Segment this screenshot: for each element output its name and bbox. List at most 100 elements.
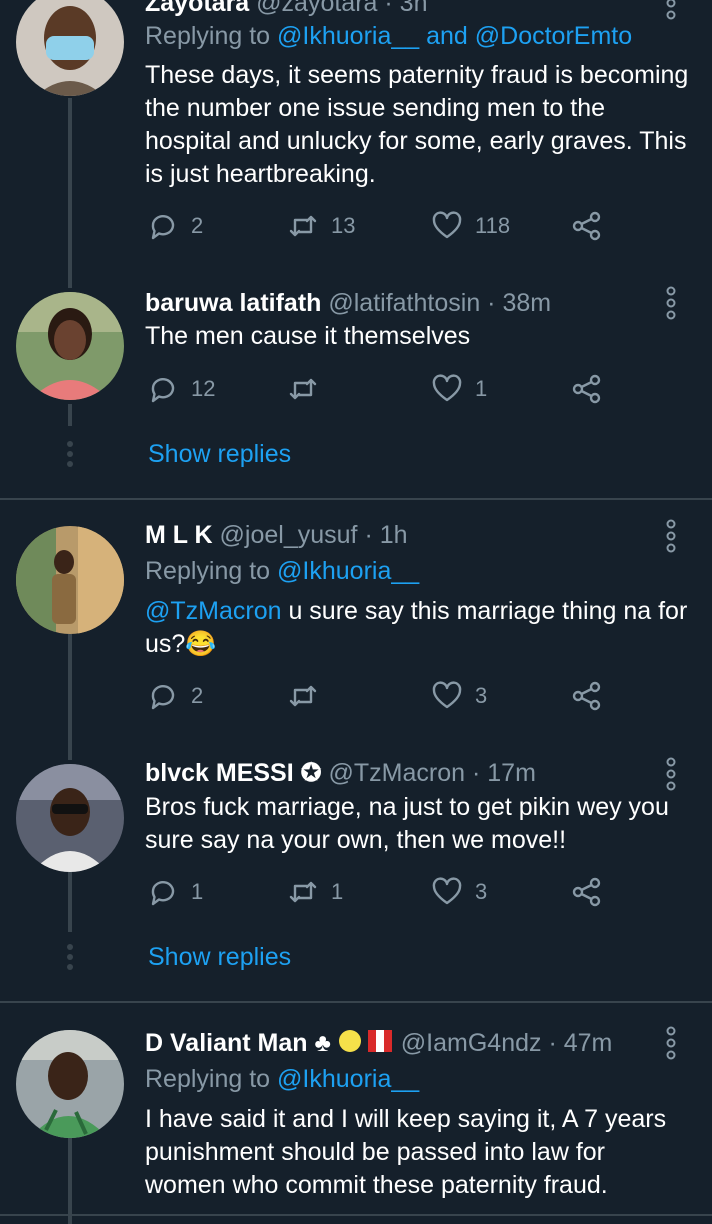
emoji-decoration <box>338 1028 394 1061</box>
tweet-text-line: us?😂 <box>145 630 217 658</box>
like-button[interactable]: 1 <box>431 373 487 405</box>
reply-count: 2 <box>191 683 204 708</box>
like-count: 1 <box>475 376 488 401</box>
author-handle[interactable]: @IamG4ndz <box>401 1029 542 1057</box>
retweet-button[interactable] <box>287 373 331 405</box>
tweet-time: · 17m <box>472 759 536 787</box>
tweet-actions: 2 13 118 <box>145 210 615 250</box>
more-options-icon[interactable] <box>664 757 678 791</box>
more-options-icon[interactable] <box>664 0 678 20</box>
retweet-icon <box>289 215 317 237</box>
tweet-actions: 1 1 3 <box>145 876 615 916</box>
retweet-button[interactable]: 1 <box>287 876 343 908</box>
replying-to-link[interactable]: @Ikhuoria__ and @DoctorEmto <box>277 22 632 50</box>
author-name[interactable]: blvck MESSI <box>145 759 294 787</box>
replying-to: Replying to @Ikhuoria__ <box>145 556 419 586</box>
tweet-text-line: These days, it seems paternity fraud is … <box>145 61 689 89</box>
replying-to-link[interactable]: @Ikhuoria__ <box>277 557 419 585</box>
retweet-button[interactable]: 13 <box>287 210 355 242</box>
tweet-time: · 47m <box>548 1029 613 1057</box>
thread-continuation-dots <box>66 440 74 468</box>
tweet-actions: 12 1 <box>145 373 615 413</box>
share-icon <box>572 877 601 907</box>
mention-link[interactable]: @TzMacron <box>145 597 282 625</box>
tweet-text-line: sure say na your own, then we move!! <box>145 826 567 854</box>
more-options-icon[interactable] <box>664 286 678 320</box>
tweet-text: @TzMacron u sure say this marriage thing… <box>145 595 695 661</box>
reply-button[interactable]: 12 <box>147 373 215 405</box>
retweet-icon <box>289 881 317 903</box>
avatar[interactable] <box>16 0 124 96</box>
heart-icon <box>432 211 462 239</box>
like-button[interactable]: 3 <box>431 680 487 712</box>
tweet-time: · 38m <box>487 289 552 317</box>
replying-to-label: Replying to <box>145 557 271 585</box>
share-button[interactable] <box>571 680 603 712</box>
author-handle[interactable]: @latifathtosin <box>328 289 480 317</box>
divider <box>0 1214 712 1216</box>
avatar[interactable] <box>16 764 124 872</box>
retweet-button[interactable] <box>287 680 331 712</box>
author-handle[interactable]: @joel_yusuf <box>220 521 358 549</box>
replying-to: Replying to @Ikhuoria__ and @DoctorEmto <box>145 21 632 51</box>
tweet-text-line: punishment should be passed into law for <box>145 1138 606 1166</box>
thread-continuation-dots <box>66 943 74 971</box>
tweet-actions: 2 3 <box>145 680 615 720</box>
tweet-text-line: The men cause it themselves <box>145 322 471 350</box>
share-button[interactable] <box>571 210 603 242</box>
tweet-text-line: hospital and unlucky for some, early gra… <box>145 127 687 155</box>
tweet-text: I have said it and I will keep saying it… <box>145 1103 695 1202</box>
tweet-text-line: women who commit these paternity fraud. <box>145 1171 608 1199</box>
avatar[interactable] <box>16 1030 124 1138</box>
reply-icon <box>151 881 175 906</box>
author-handle[interactable]: @TzMacron <box>329 759 466 787</box>
tweet-text: These days, it seems paternity fraud is … <box>145 59 695 191</box>
retweet-count: 13 <box>331 213 356 238</box>
reply-button[interactable]: 1 <box>147 876 203 908</box>
thread-line <box>68 872 72 932</box>
avatar[interactable] <box>16 526 124 634</box>
reply-button[interactable]: 2 <box>147 210 203 242</box>
replying-to: Replying to @Ikhuoria__ <box>145 1064 419 1094</box>
like-count: 3 <box>475 879 488 904</box>
tweet-text: The men cause it themselves <box>145 320 695 353</box>
author-name[interactable]: Zayotara <box>145 0 249 17</box>
verified-badge-icon: ✪ <box>300 759 322 787</box>
show-replies-link[interactable]: Show replies <box>148 943 291 972</box>
replying-to-label: Replying to <box>145 1065 271 1093</box>
replying-to-link[interactable]: @Ikhuoria__ <box>277 1065 419 1093</box>
reply-count: 12 <box>191 376 216 401</box>
author-name[interactable]: D Valiant Man ♣ <box>145 1029 331 1057</box>
like-button[interactable]: 118 <box>431 210 510 242</box>
author-name[interactable]: baruwa latifath <box>145 289 321 317</box>
tweet-text: Bros fuck marriage, na just to get pikin… <box>145 791 695 857</box>
retweet-count: 1 <box>331 879 344 904</box>
author-handle[interactable]: @zayotara <box>256 0 377 17</box>
avatar[interactable] <box>16 292 124 400</box>
share-button[interactable] <box>571 373 603 405</box>
thread-line <box>68 1138 72 1224</box>
heart-icon <box>432 877 462 905</box>
tweet-time: · 1h <box>364 521 408 549</box>
thread-line <box>68 98 72 288</box>
show-replies-link[interactable]: Show replies <box>148 440 291 469</box>
reply-icon <box>151 685 175 710</box>
like-count: 3 <box>475 683 488 708</box>
reply-button[interactable]: 2 <box>147 680 203 712</box>
author-name[interactable]: M L K <box>145 521 213 549</box>
tweet-text-line: @TzMacron u sure say this marriage thing… <box>145 595 695 628</box>
heart-icon <box>432 374 462 402</box>
like-button[interactable]: 3 <box>431 876 487 908</box>
tweet-text-fragment: u sure say this marriage thing na for <box>281 597 688 625</box>
tweet-text-line: Bros fuck marriage, na just to get pikin… <box>145 793 669 821</box>
tweet-time: · 3h <box>384 0 428 17</box>
share-icon <box>572 374 601 404</box>
share-button[interactable] <box>571 876 603 908</box>
like-count: 118 <box>475 213 511 238</box>
more-options-icon[interactable] <box>664 1026 678 1060</box>
thread-line <box>68 634 72 760</box>
reply-icon <box>151 378 175 403</box>
reply-icon <box>151 215 175 240</box>
more-options-icon[interactable] <box>664 519 678 553</box>
reply-count: 1 <box>191 879 204 904</box>
